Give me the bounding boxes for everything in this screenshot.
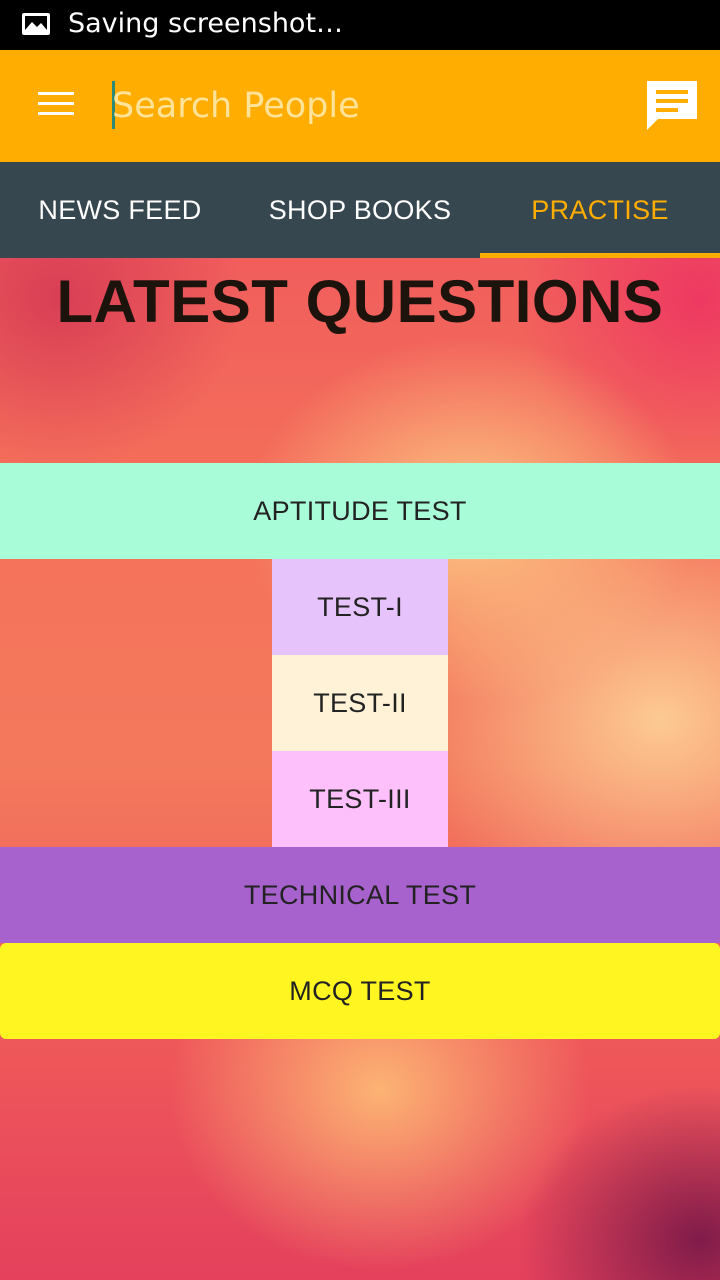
chat-message-icon[interactable] bbox=[644, 78, 700, 134]
aptitude-test-button[interactable]: APTITUDE TEST bbox=[0, 463, 720, 559]
status-text: Saving screenshot… bbox=[68, 8, 344, 39]
hamburger-menu-icon[interactable] bbox=[36, 88, 76, 118]
test-1-button[interactable]: TEST-I bbox=[272, 559, 448, 655]
test-2-button[interactable]: TEST-II bbox=[272, 655, 448, 751]
tab-bar: NEWS FEED SHOP BOOKS PRACTISE bbox=[0, 162, 720, 258]
status-bar: Saving screenshot… bbox=[0, 0, 720, 50]
search-input[interactable] bbox=[112, 78, 592, 134]
page-title: LATEST QUESTIONS bbox=[56, 268, 664, 335]
tab-practise[interactable]: PRACTISE bbox=[480, 162, 720, 258]
image-gallery-icon bbox=[22, 13, 50, 35]
test-3-button[interactable]: TEST-III bbox=[272, 751, 448, 847]
active-tab-indicator bbox=[480, 253, 720, 258]
tab-news-feed[interactable]: NEWS FEED bbox=[0, 162, 240, 258]
mcq-test-button[interactable]: MCQ TEST bbox=[0, 943, 720, 1039]
technical-test-button[interactable]: TECHNICAL TEST bbox=[0, 847, 720, 943]
tab-shop-books[interactable]: SHOP BOOKS bbox=[240, 162, 480, 258]
